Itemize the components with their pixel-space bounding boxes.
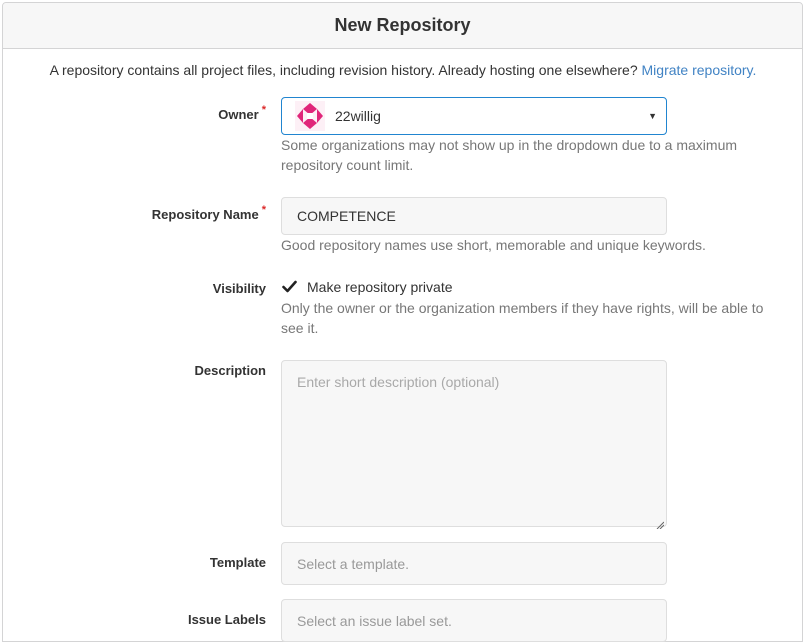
issue-labels-label: Issue Labels — [187, 612, 266, 627]
owner-label-text: Owner — [218, 107, 259, 122]
issue-labels-dropdown[interactable]: Select an issue label set. — [281, 599, 667, 642]
panel-header: New Repository — [3, 3, 802, 49]
issue-labels-placeholder: Select an issue label set. — [297, 612, 452, 629]
repo-name-help: Good repository names use short, memorab… — [281, 237, 706, 253]
visibility-help: Only the owner or the organization membe… — [281, 300, 764, 336]
required-mark: * — [261, 104, 266, 116]
owner-help: Some organizations may not show up in th… — [281, 137, 738, 173]
owner-value: 22willig — [335, 108, 381, 124]
repo-name-input[interactable]: COMPETENCE — [281, 197, 667, 235]
description-label: Description — [194, 363, 266, 378]
migrate-repository-link[interactable]: Migrate repository. — [642, 62, 757, 78]
template-dropdown[interactable]: Select a template. — [281, 542, 667, 585]
resize-handle-icon[interactable] — [656, 516, 665, 530]
template-placeholder: Select a template. — [297, 555, 410, 572]
owner-dropdown[interactable]: 22willig ▼ — [281, 97, 667, 135]
private-checkbox-row[interactable]: Make repository private — [281, 278, 453, 295]
intro-sentence: A repository contains all project files,… — [49, 62, 638, 78]
check-icon — [282, 280, 297, 293]
repo-name-label-text: Repository Name — [151, 207, 259, 222]
private-checkbox-label[interactable]: Make repository private — [307, 279, 453, 295]
page-title: New Repository — [334, 15, 471, 35]
owner-label: Owner * — [0, 104, 266, 122]
chevron-down-icon[interactable]: ▼ — [648, 111, 657, 121]
description-placeholder: Enter short description (optional) — [297, 374, 500, 390]
visibility-label: Visibility — [212, 281, 266, 296]
intro-text: A repository contains all project files,… — [0, 62, 806, 78]
private-checkbox[interactable] — [281, 278, 298, 295]
template-label: Template — [209, 555, 266, 570]
repo-name-label: Repository Name * — [0, 204, 266, 222]
repo-name-value: COMPETENCE — [297, 208, 396, 224]
description-textarea[interactable]: Enter short description (optional) — [281, 360, 667, 530]
avatar — [295, 101, 325, 131]
required-mark: * — [261, 204, 266, 216]
